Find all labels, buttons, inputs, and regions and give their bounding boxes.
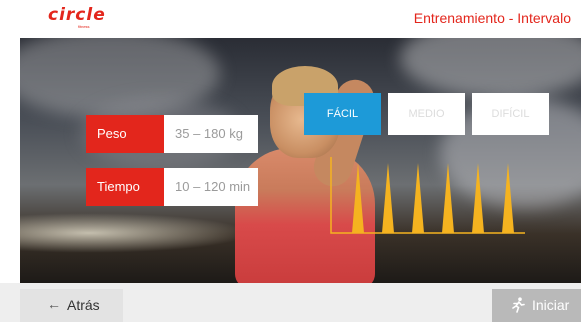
page-title: Entrenamiento - Intervalo (413, 10, 571, 26)
time-value[interactable]: 10 – 120 min (164, 168, 258, 206)
header: circle fitness Entrenamiento - Intervalo (0, 0, 581, 38)
interval-peak (472, 163, 484, 233)
logo-text: circle (48, 5, 106, 25)
start-button[interactable]: Iniciar (492, 289, 581, 322)
logo-subtext: fitness (78, 24, 90, 29)
back-label: Atrás (67, 297, 100, 313)
start-label: Iniciar (532, 297, 570, 313)
weight-value[interactable]: 35 – 180 kg (164, 115, 258, 153)
level-easy-button[interactable]: FÁCIL (304, 93, 381, 135)
interval-peak (502, 163, 514, 233)
time-label: Tiempo (86, 168, 164, 206)
interval-profile-chart (330, 157, 525, 234)
interval-peak (382, 163, 394, 233)
circle-logo: circle fitness (48, 5, 128, 29)
interval-peak (412, 163, 424, 233)
interval-peak (352, 163, 364, 233)
stadium-lights (20, 213, 250, 253)
running-icon (512, 297, 525, 313)
interval-peak (442, 163, 454, 233)
arrow-left-icon: ← (47, 296, 61, 312)
weight-label: Peso (86, 115, 164, 153)
back-button[interactable]: ← Atrás (20, 289, 123, 322)
level-hard-button[interactable]: DIFÍCIL (472, 93, 549, 135)
level-medium-button[interactable]: MEDIO (388, 93, 465, 135)
